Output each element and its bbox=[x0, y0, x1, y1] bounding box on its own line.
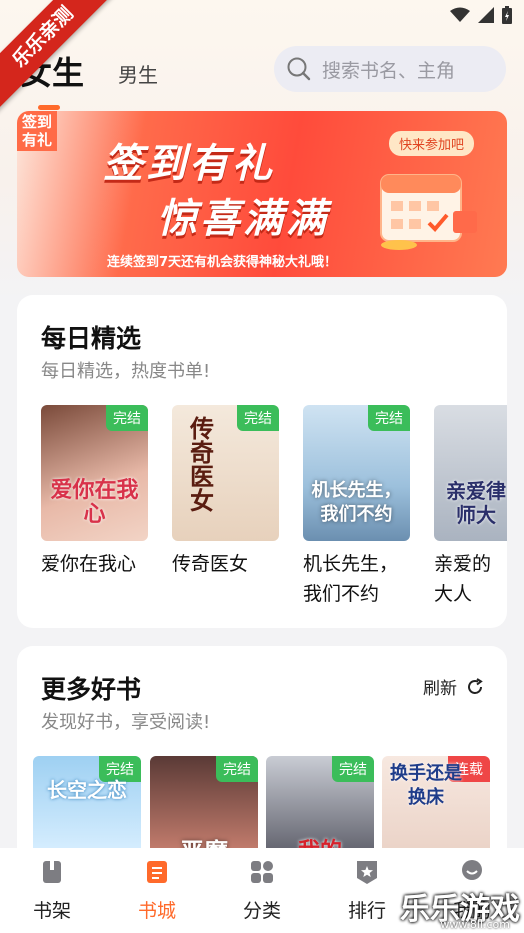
book-cover: 完结 传奇医女 bbox=[172, 405, 279, 541]
signin-banner[interactable]: 签到有礼 签到有礼 惊喜满满 快来参加吧 连续签到7天还有机会获得神秘大礼哦！ bbox=[17, 111, 507, 277]
join-button[interactable]: 快来参加吧 bbox=[389, 131, 475, 156]
book-cover: 完结 长空之恋 bbox=[33, 756, 141, 856]
book-cover: 完结 恶魔 bbox=[150, 756, 258, 856]
cover-text: 传奇医女 bbox=[190, 415, 214, 515]
status-badge: 完结 bbox=[237, 405, 279, 431]
profile-icon bbox=[462, 860, 482, 880]
battery-icon bbox=[502, 6, 512, 24]
daily-subtitle: 每日精选，热度书单! bbox=[41, 361, 211, 382]
banner-title-2: 惊喜满满 bbox=[157, 196, 329, 242]
book-cover: 亲爱律师大 bbox=[434, 405, 507, 541]
daily-picks-card: 每日精选 每日精选，热度书单! 完结 爱你在我心 爱你在我心 完结 传奇医女 传… bbox=[17, 295, 507, 628]
nav-label: 书架 bbox=[32, 900, 71, 922]
cover-text: 亲爱律师大 bbox=[446, 479, 506, 527]
search-placeholder: 搜索书名、主角 bbox=[322, 59, 456, 82]
book-icon bbox=[43, 861, 61, 883]
book-title: 亲爱的大人 bbox=[434, 553, 492, 605]
status-badge: 完结 bbox=[368, 405, 410, 431]
more-subtitle: 发现好书，享受阅读! bbox=[41, 712, 211, 733]
ranking-icon bbox=[357, 861, 377, 884]
refresh-label: 刷新 bbox=[423, 679, 457, 699]
book-title: 传奇医女 bbox=[172, 553, 249, 575]
grid-icon bbox=[251, 861, 273, 883]
tab-male[interactable]: 男生 bbox=[118, 59, 158, 94]
watermark-url: www.8ll.com bbox=[440, 918, 510, 931]
book-item[interactable]: 完结 我的 bbox=[266, 756, 374, 856]
book-cover: 完结 爱你在我心 bbox=[41, 405, 148, 541]
cover-text: 爱你在我心 bbox=[50, 478, 139, 527]
book-item[interactable]: 完结 爱你在我心 爱你在我心 bbox=[41, 405, 148, 579]
book-cover: 连载 换手还是换床 bbox=[382, 756, 490, 856]
book-item[interactable]: 完结 传奇医女 传奇医女 bbox=[172, 405, 279, 579]
more-title: 更多好书 bbox=[41, 675, 142, 704]
status-badge: 完结 bbox=[216, 756, 258, 782]
book-item[interactable]: 完结 长空之恋 bbox=[33, 756, 141, 856]
cover-text: 换手还是换床 bbox=[390, 763, 462, 808]
nav-ranking[interactable]: 排行 bbox=[327, 858, 407, 923]
banner-title-1: 签到有礼 bbox=[103, 141, 275, 187]
nav-bookshelf[interactable]: 书架 bbox=[12, 858, 92, 923]
search-icon bbox=[287, 57, 311, 81]
cover-text: 长空之恋 bbox=[47, 778, 127, 802]
book-item[interactable]: 完结 机长先生，我们不约 机长先生，我们不约 bbox=[303, 405, 410, 609]
status-badge: 完结 bbox=[332, 756, 374, 782]
book-cover: 完结 机长先生，我们不约 bbox=[303, 405, 410, 541]
calendar-icon bbox=[380, 174, 477, 250]
refresh-button[interactable]: 刷新 bbox=[423, 674, 485, 699]
nav-bookstore[interactable]: 书城 bbox=[117, 858, 197, 923]
banner-subtitle: 连续签到7天还有机会获得神秘大礼哦！ bbox=[107, 255, 338, 270]
book-item[interactable]: 连载 换手还是换床 bbox=[382, 756, 490, 856]
bookstore-icon bbox=[147, 861, 167, 883]
nav-label: 排行 bbox=[347, 900, 386, 922]
daily-title: 每日精选 bbox=[41, 324, 142, 353]
book-item[interactable]: 完结 恶魔 bbox=[150, 756, 258, 856]
book-title: 爱你在我心 bbox=[41, 553, 137, 575]
search-input[interactable]: 搜索书名、主角 bbox=[274, 46, 506, 92]
book-title: 机长先生，我们不约 bbox=[303, 553, 399, 605]
cover-text: 机长先生，我们不约 bbox=[311, 480, 402, 525]
wifi-icon bbox=[450, 7, 470, 22]
nav-label: 分类 bbox=[242, 900, 281, 922]
book-item[interactable]: 亲爱律师大 亲爱的大人 bbox=[434, 405, 507, 609]
banner-tag: 签到有礼 bbox=[17, 111, 57, 151]
signal-icon bbox=[478, 7, 494, 23]
book-cover: 完结 我的 bbox=[266, 756, 374, 856]
status-badge: 完结 bbox=[106, 405, 148, 431]
nav-category[interactable]: 分类 bbox=[222, 858, 302, 923]
nav-label: 书城 bbox=[137, 900, 176, 922]
refresh-icon bbox=[468, 677, 483, 694]
